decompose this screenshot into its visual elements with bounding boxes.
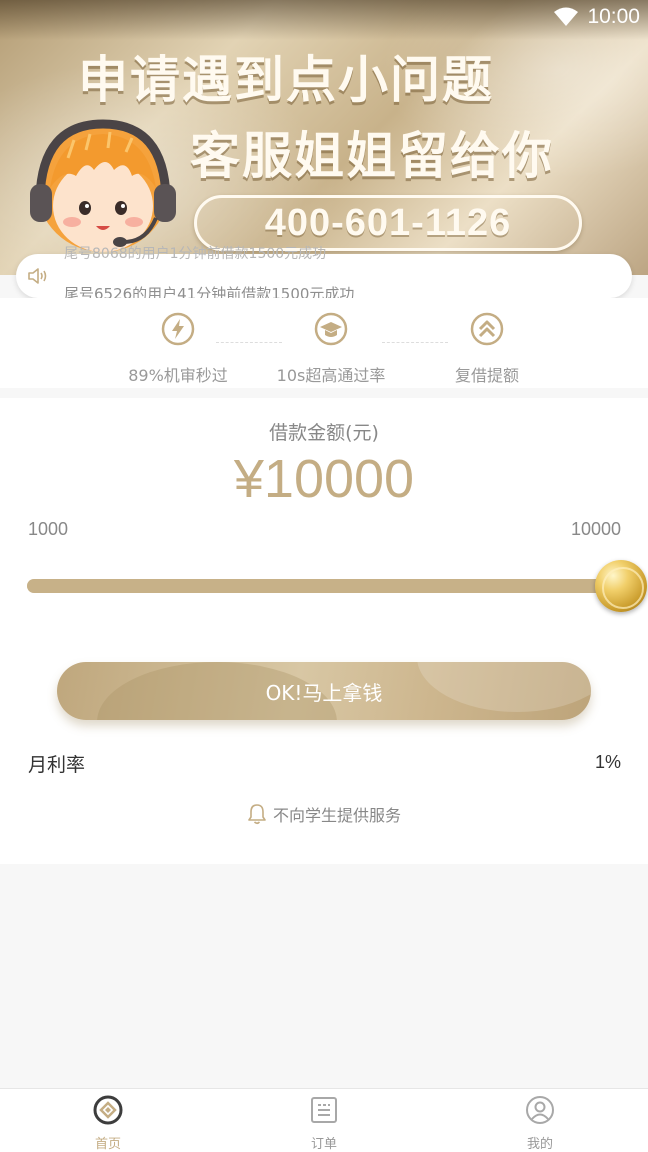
- student-notice: 不向学生提供服务: [0, 802, 648, 826]
- tab-label: 首页: [94, 1137, 121, 1152]
- monthly-rate-value: 1%: [594, 752, 621, 772]
- feature-credit-increase: 复借提额: [412, 312, 562, 386]
- get-money-button-label: OK!马上拿钱: [265, 680, 383, 705]
- get-money-button[interactable]: OK!马上拿钱: [57, 662, 591, 720]
- amount-slider[interactable]: [27, 579, 621, 593]
- monthly-rate-label: 月利率: [28, 754, 86, 776]
- ticker-previous-text: 尾号8068的用户1分钟前借款1500元成功: [64, 246, 327, 262]
- wifi-icon: [554, 7, 579, 26]
- speaker-icon: [28, 268, 47, 284]
- loan-ticker: 尾号8068的用户1分钟前借款1500元成功 尾号6526的用户41分钟前借款1…: [16, 246, 632, 303]
- phone-number: 400-601-1126: [264, 201, 512, 244]
- tab-profile[interactable]: 我的: [480, 1095, 600, 1152]
- feature-fast-approval: 89%机审秒过: [103, 312, 253, 386]
- feature-label: 10s超高通过率: [276, 366, 386, 385]
- order-list-icon: [311, 1097, 337, 1123]
- banner-headline-1: 申请遇到点小问题: [78, 51, 494, 109]
- status-bar: 10:00: [553, 4, 640, 30]
- loan-card: 借款金额(元) ¥10000 1000 10000 OK!马上拿钱 月利率 1%…: [0, 398, 648, 864]
- amount-slider-fill: [27, 579, 621, 593]
- range-min: 1000: [28, 519, 69, 539]
- banner-top-shade: [0, 0, 648, 40]
- tab-label: 订单: [310, 1137, 337, 1152]
- home-coin-icon: [93, 1095, 123, 1125]
- customer-service-mascot: [30, 119, 176, 252]
- amount-slider-thumb[interactable]: [595, 560, 647, 612]
- feature-label: 89%机审秒过: [128, 366, 228, 385]
- graduation-cap-icon: [314, 312, 348, 346]
- status-time: 10:00: [587, 5, 640, 28]
- lightning-icon: [161, 312, 195, 346]
- tab-orders[interactable]: 订单: [264, 1095, 384, 1152]
- feature-row: 89%机审秒过 10s超高通过率 复借提额: [0, 298, 648, 388]
- amount-label: 借款金额(元): [269, 422, 379, 444]
- tab-home[interactable]: 首页: [48, 1095, 168, 1152]
- amount-value: ¥10000: [233, 449, 415, 509]
- banner-headline-2: 客服姐姐留给你: [190, 127, 554, 185]
- feature-pass-rate: 10s超高通过率: [256, 312, 406, 386]
- tab-label: 我的: [526, 1137, 553, 1152]
- range-max: 10000: [570, 519, 621, 539]
- feature-label: 复借提额: [454, 366, 519, 385]
- bottom-tab-bar: 首页 订单 我的: [0, 1088, 648, 1152]
- profile-icon: [526, 1096, 554, 1124]
- student-notice-text: 不向学生提供服务: [272, 806, 401, 825]
- bell-icon: [248, 804, 266, 825]
- promo-banner[interactable]: 10:00 申请遇到点小问题 客服姐姐留给你 400-601-1126: [0, 0, 648, 275]
- double-chevron-up-icon: [470, 312, 504, 346]
